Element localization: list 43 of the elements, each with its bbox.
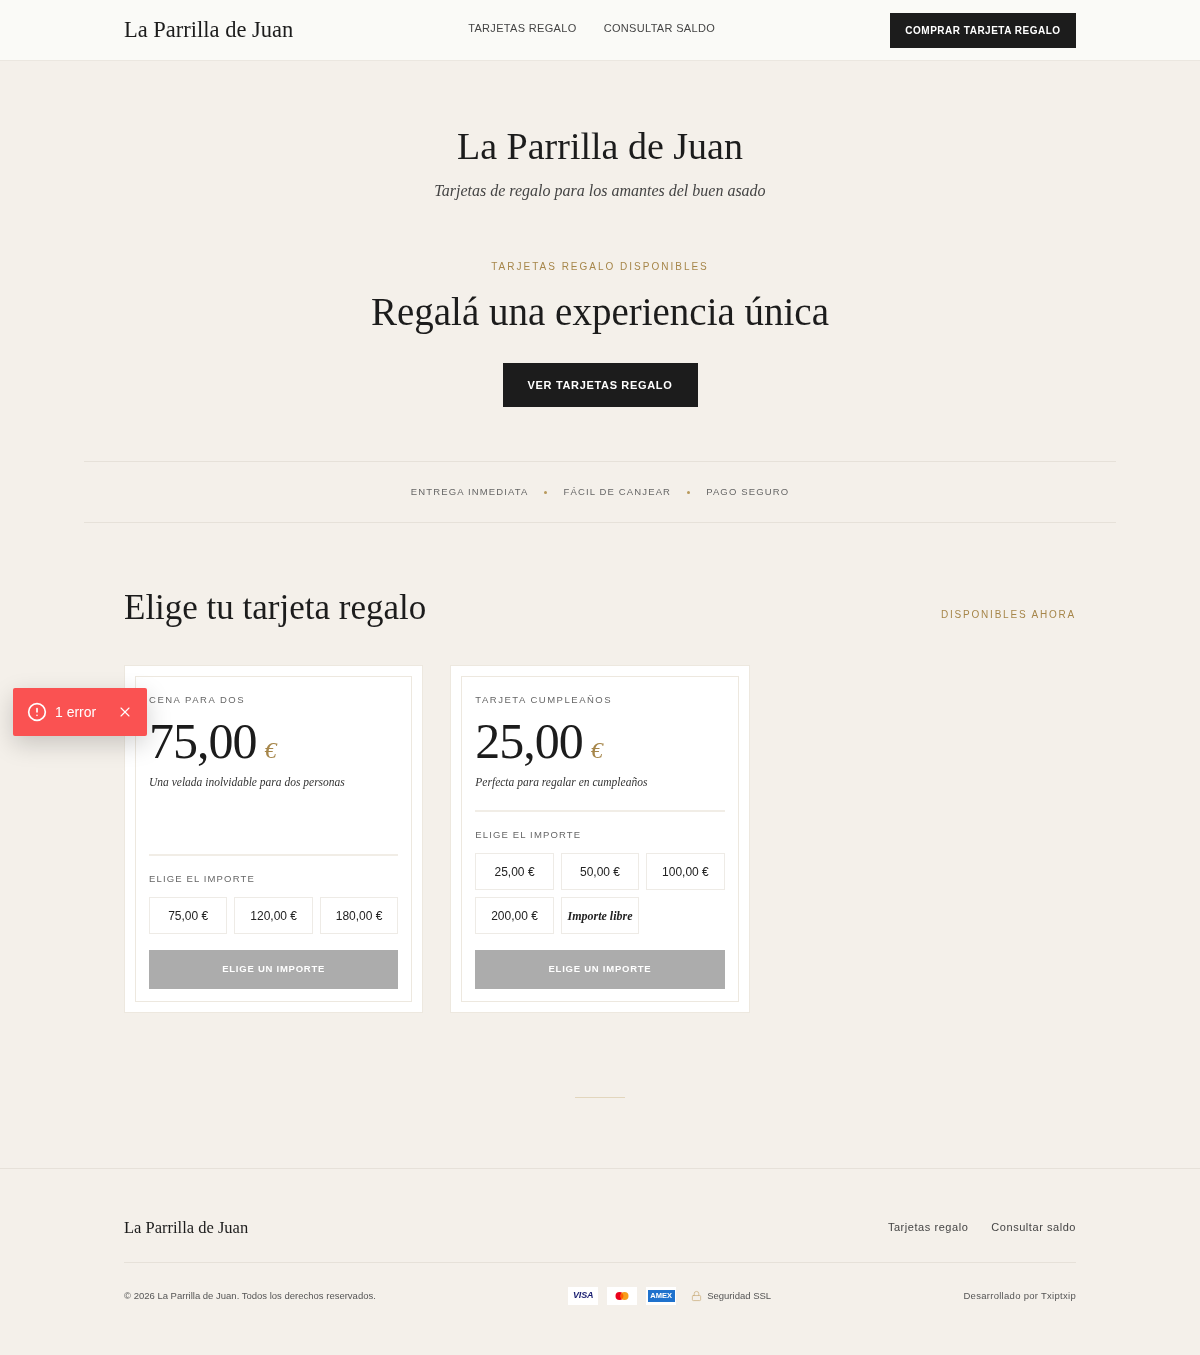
- feature-label: PAGO SEGURO: [706, 484, 790, 499]
- nav-link[interactable]: CONSULTAR SALDO: [603, 20, 716, 37]
- visa-logo-icon: VISA: [568, 1287, 599, 1305]
- footer-link[interactable]: Tarjetas regalo: [887, 1219, 969, 1236]
- hero-subtitle: Tarjetas de regalo para los amantes del buen asado: [434, 181, 766, 202]
- amount-option[interactable]: 50,00 €: [560, 853, 640, 890]
- currency-symbol: €: [264, 738, 277, 762]
- currency-symbol: €: [590, 738, 603, 762]
- amount-option[interactable]: 100,00 €: [646, 853, 725, 890]
- section-eyebrow: TARJETAS REGALO DISPONIBLES: [491, 260, 709, 274]
- card-description: Perfecta para regalar en cumpleaños: [475, 775, 648, 790]
- footer-logo[interactable]: La Parrilla de Juan: [124, 1217, 249, 1238]
- amount-option[interactable]: 200,00 €: [475, 897, 554, 934]
- availability-label: DISPONIBLES AHORA: [940, 608, 1076, 622]
- view-gift-cards-button[interactable]: VER TARJETAS REGALO: [502, 363, 698, 407]
- developer-credit: Desarrollado por Txiptxip: [963, 1288, 1076, 1303]
- footer-link[interactable]: Consultar saldo: [991, 1219, 1076, 1236]
- nav-link[interactable]: TARJETAS REGALO: [468, 20, 577, 37]
- amount-option[interactable]: 25,00 €: [475, 853, 554, 890]
- card-category: TARJETA CUMPLEAÑOS: [475, 693, 613, 707]
- hero-heading: Regalá una experiencia única: [371, 289, 829, 336]
- card-description: Una velada inolvidable para dos personas: [149, 775, 345, 790]
- amount-option[interactable]: 180,00 €: [319, 897, 399, 934]
- card-price: 25,00: [475, 717, 583, 765]
- amount-label: ELIGE EL IMPORTE: [149, 872, 255, 886]
- lock-icon: [691, 1290, 703, 1302]
- alert-icon: [27, 702, 47, 722]
- security-label: Seguridad SSL: [707, 1288, 772, 1303]
- feature-label: FÁCIL DE CANJEAR: [563, 484, 672, 499]
- amount-option[interactable]: 75,00 €: [149, 897, 228, 934]
- amount-option[interactable]: Importe libre: [560, 897, 640, 934]
- mastercard-logo-icon: [607, 1287, 638, 1305]
- copyright-text: © 2026 La Parrilla de Juan. Todos los derechos reservados.: [124, 1288, 376, 1303]
- amount-label: ELIGE EL IMPORTE: [475, 828, 582, 842]
- amount-option[interactable]: 120,00 €: [234, 897, 313, 934]
- error-count: 1 error: [55, 702, 97, 722]
- card-category: CENA PARA DOS: [149, 693, 246, 707]
- buy-gift-card-button[interactable]: COMPRAR TARJETA REGALO: [890, 12, 1076, 48]
- hero-title: La Parrilla de Juan: [457, 124, 743, 169]
- card-price: 75,00: [149, 717, 257, 765]
- section-title: Elige tu tarjeta regalo: [124, 588, 427, 628]
- feature-label: ENTREGA INMEDIATA: [410, 484, 529, 499]
- site-logo[interactable]: La Parrilla de Juan: [124, 16, 294, 44]
